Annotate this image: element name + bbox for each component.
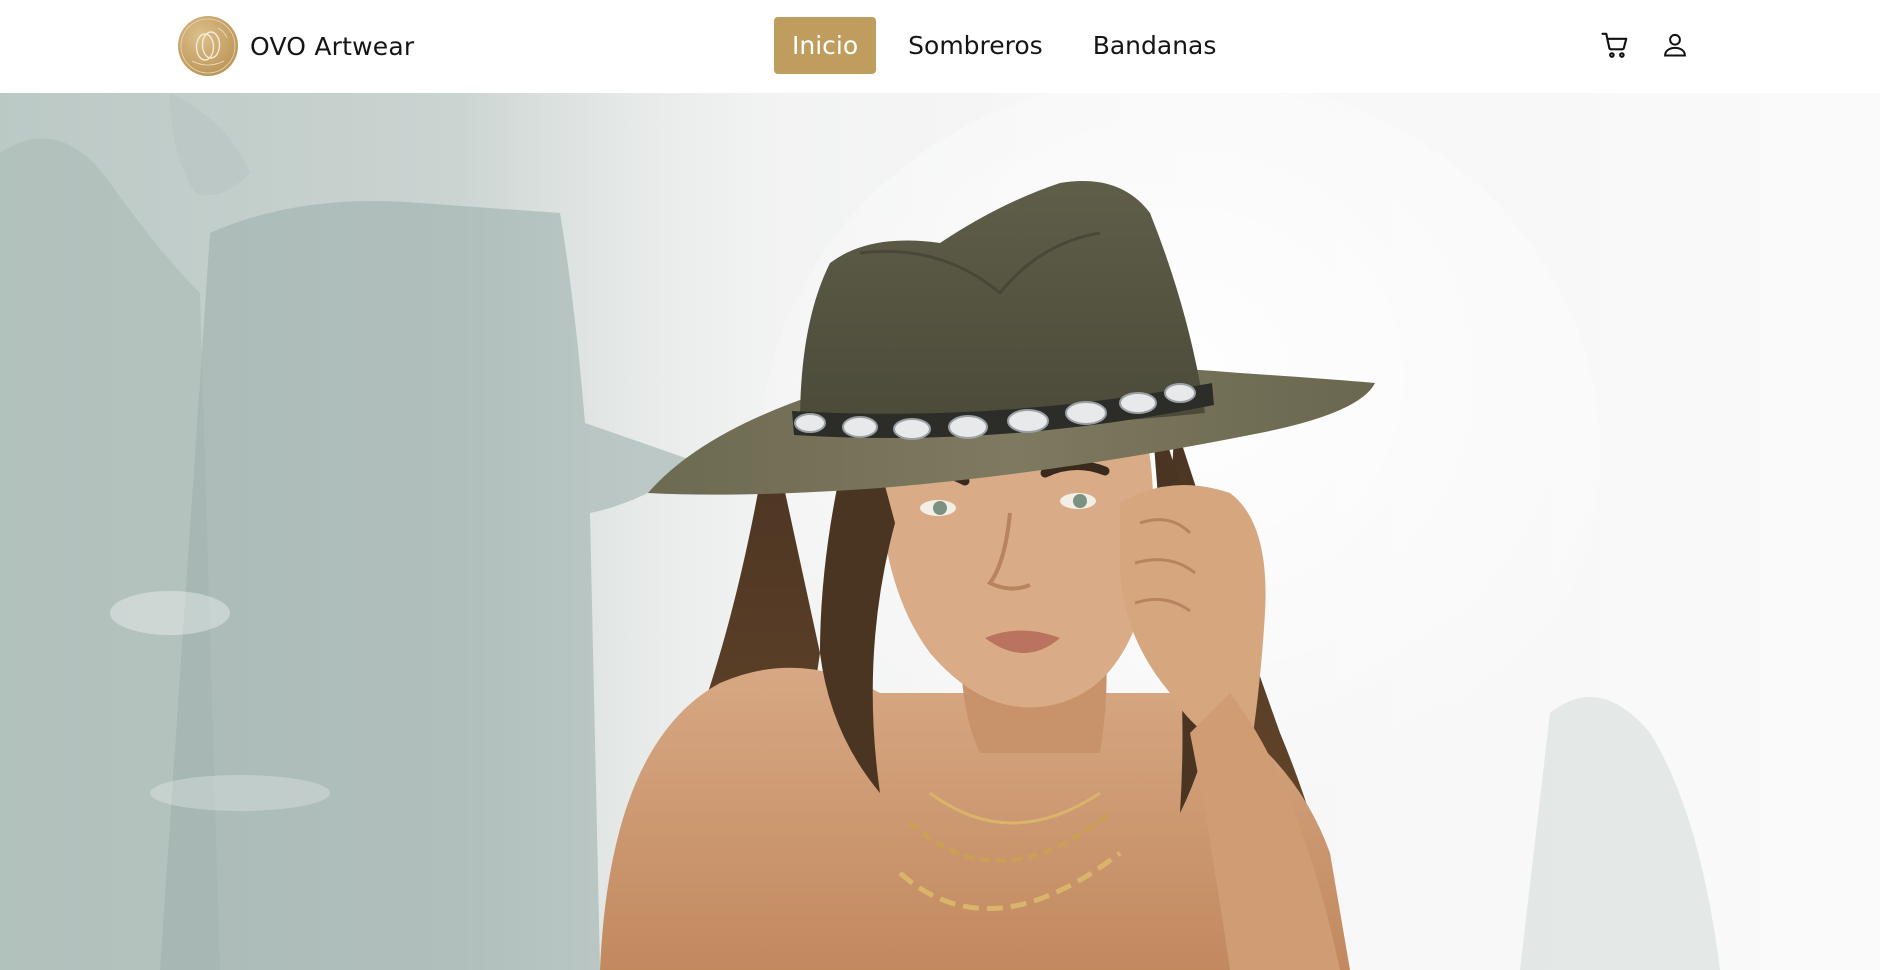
- nav-item-bandanas[interactable]: Bandanas: [1075, 17, 1235, 74]
- user-icon: [1664, 33, 1686, 57]
- navbar: OVO Artwear Inicio Sombreros Bandanas: [0, 0, 1897, 93]
- account-button[interactable]: [1658, 26, 1692, 64]
- hero-banner: [0, 93, 1897, 970]
- hero-image: [0, 93, 1720, 970]
- brand-link[interactable]: OVO Artwear: [178, 16, 414, 76]
- cart-button[interactable]: [1598, 26, 1632, 64]
- nav-item-sombreros[interactable]: Sombreros: [890, 17, 1061, 74]
- cart-icon: [1601, 32, 1628, 58]
- main-nav: Inicio Sombreros Bandanas: [774, 17, 1248, 74]
- scrollbar[interactable]: [1880, 0, 1897, 970]
- nav-item-inicio[interactable]: Inicio: [774, 17, 877, 74]
- nav-icons: [1598, 26, 1718, 64]
- ovo-logo-icon: [178, 16, 238, 76]
- brand-name: OVO Artwear: [250, 31, 415, 61]
